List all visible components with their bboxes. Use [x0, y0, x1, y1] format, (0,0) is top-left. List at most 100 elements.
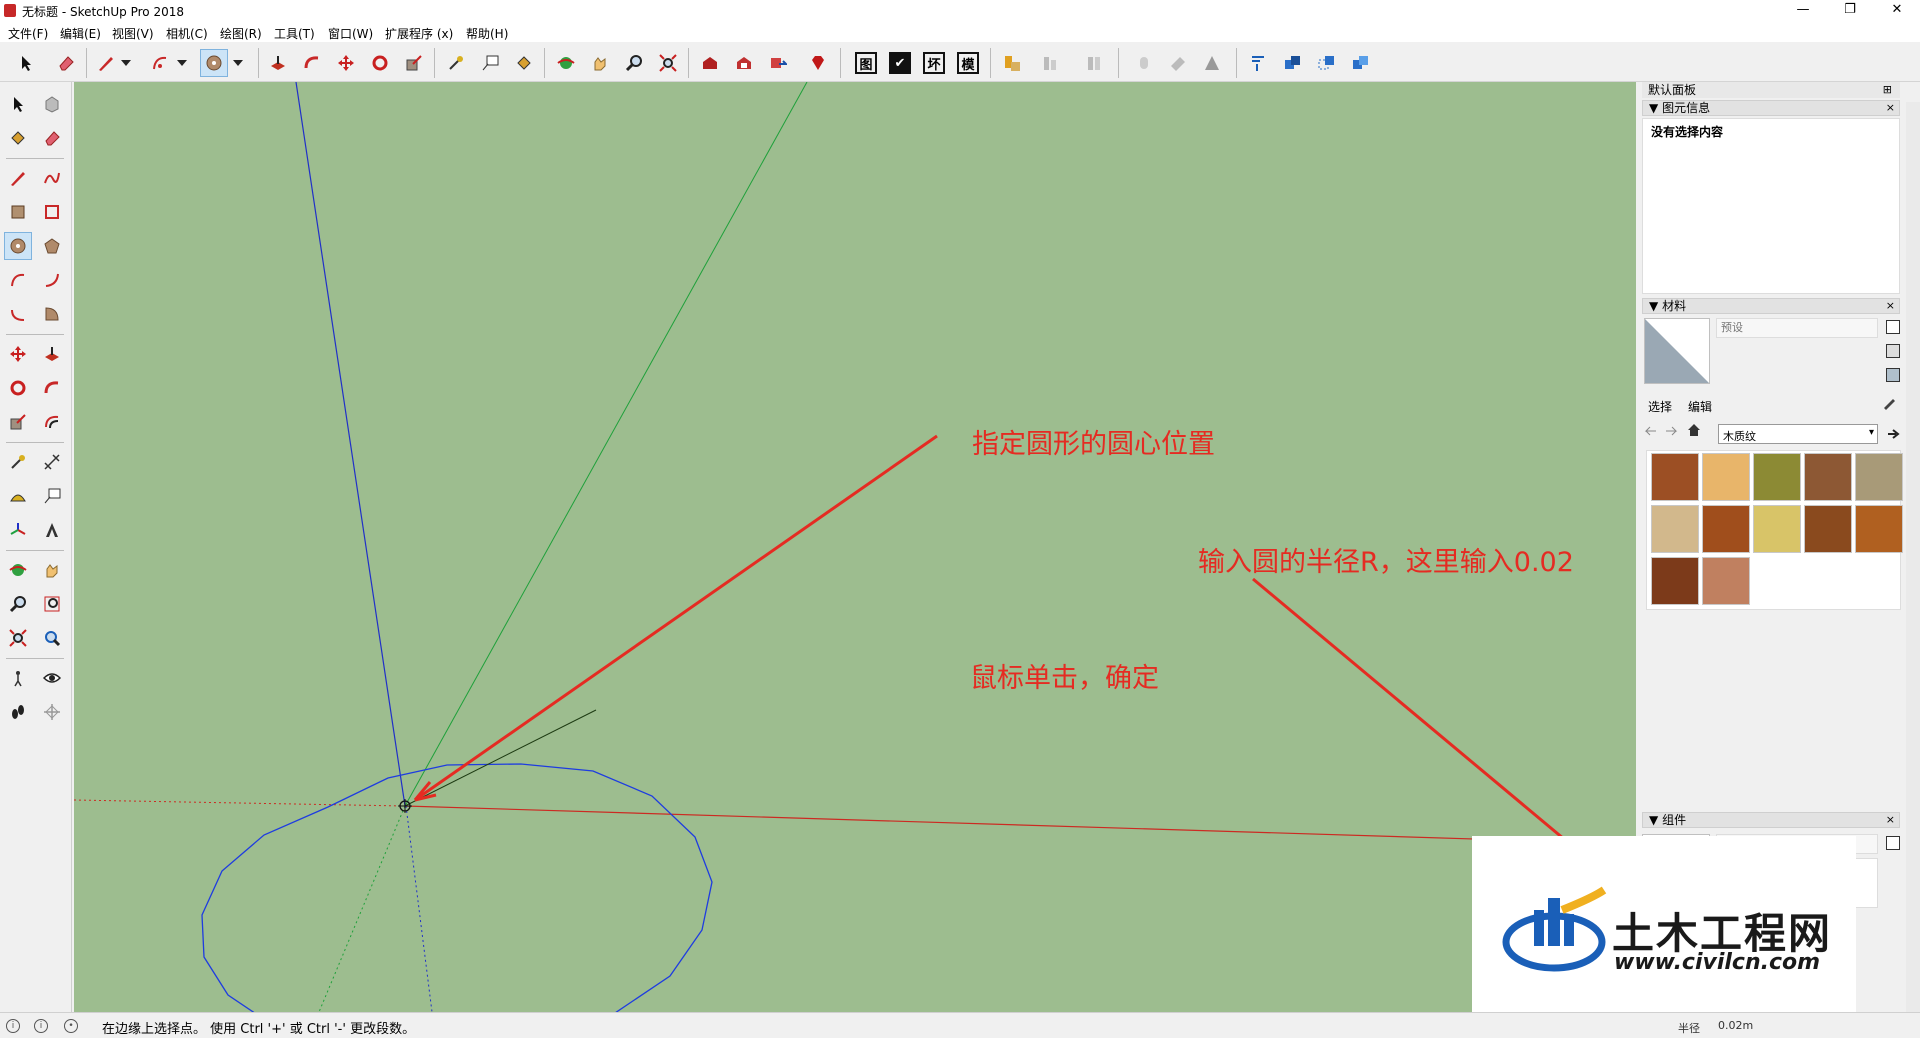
pan-button[interactable] [586, 49, 614, 77]
layout-button[interactable] [998, 49, 1026, 77]
intersect-button[interactable] [1244, 49, 1272, 77]
material-library-select[interactable]: 木质纹 ▾ [1718, 424, 1878, 444]
left-follow-me-tool[interactable] [38, 374, 66, 402]
tape-measure-button[interactable] [442, 49, 470, 77]
left-3pt-arc-tool[interactable] [4, 300, 32, 328]
geo-location-icon[interactable]: i [6, 1019, 20, 1033]
follow-me-button[interactable] [298, 49, 326, 77]
zoom-button[interactable] [620, 49, 648, 77]
tray-scrollbar[interactable] [1906, 102, 1920, 1012]
tab-select[interactable]: 选择 [1648, 398, 1672, 415]
material-swatch[interactable] [1651, 557, 1699, 605]
menu-tools[interactable]: 工具(T) [274, 25, 315, 42]
sandbox-button[interactable] [1198, 49, 1226, 77]
left-polygon-tool[interactable] [38, 232, 66, 260]
menu-view[interactable]: 视图(V) [112, 25, 154, 42]
paint-bucket-button[interactable] [510, 49, 538, 77]
left-pan-tool[interactable] [38, 556, 66, 584]
material-name-field[interactable] [1716, 318, 1878, 338]
left-text-tool[interactable] [38, 482, 66, 510]
warehouse-button[interactable] [696, 49, 724, 77]
forward-icon[interactable] [1664, 424, 1678, 438]
sample-paint-icon[interactable] [1886, 368, 1900, 382]
left-look-around-tool[interactable] [38, 664, 66, 692]
left-rectangle-tool[interactable] [4, 198, 32, 226]
rotate-tool-button[interactable] [366, 49, 394, 77]
menu-draw[interactable]: 绘图(R) [220, 25, 262, 42]
menu-camera[interactable]: 相机(C) [166, 25, 208, 42]
tab-edit[interactable]: 编辑 [1688, 398, 1712, 415]
shadows-button[interactable] [1130, 49, 1158, 77]
minimize-button[interactable]: — [1780, 0, 1826, 22]
arc-dropdown[interactable] [174, 49, 190, 77]
left-arc-tool[interactable] [4, 266, 32, 294]
left-rotate-tool[interactable] [4, 374, 32, 402]
maximize-button[interactable]: ❐ [1827, 0, 1873, 22]
scale-tool-button[interactable] [400, 49, 428, 77]
left-protractor-tool[interactable] [4, 482, 32, 510]
component-options-icon[interactable] [1886, 836, 1900, 850]
materials-header[interactable]: ▼ 材料 × [1642, 298, 1900, 314]
material-swatch[interactable] [1855, 505, 1903, 553]
left-zoom-tool[interactable] [4, 590, 32, 618]
left-walk-tool[interactable] [4, 698, 32, 726]
material-swatch[interactable] [1702, 557, 1750, 605]
left-axes-tool[interactable] [4, 516, 32, 544]
left-freehand-tool[interactable] [38, 164, 66, 192]
components-header[interactable]: ▼ 组件 × [1642, 812, 1900, 828]
close-icon[interactable]: × [1886, 101, 1895, 115]
text-tool-button[interactable] [476, 49, 504, 77]
menu-help[interactable]: 帮助(H) [466, 25, 508, 42]
fog-button[interactable] [1164, 49, 1192, 77]
solid-union-button[interactable] [1278, 49, 1306, 77]
back-icon[interactable] [1644, 424, 1658, 438]
measurements-value[interactable]: 0.02m [1718, 1019, 1753, 1032]
left-offset-tool[interactable] [38, 408, 66, 436]
left-2pt-arc-tool[interactable] [38, 266, 66, 294]
section-plane-button[interactable] [1036, 49, 1064, 77]
model-button[interactable]: 模 [954, 49, 982, 77]
zoom-extents-button[interactable] [654, 49, 682, 77]
details-arrow-icon[interactable] [1886, 426, 1902, 442]
share-model-button[interactable] [730, 49, 758, 77]
material-swatch[interactable] [1702, 453, 1750, 501]
credits-icon[interactable]: i [34, 1019, 48, 1033]
material-swatch[interactable] [1804, 453, 1852, 501]
pin-icon[interactable]: ⊞ [1883, 82, 1892, 98]
shape-dropdown[interactable] [230, 49, 246, 77]
share-component-button[interactable] [764, 49, 792, 77]
close-button[interactable]: ✕ [1874, 0, 1920, 22]
material-swatch[interactable] [1753, 505, 1801, 553]
left-section-plane-tool[interactable] [38, 698, 66, 726]
line-tool-button[interactable] [92, 49, 120, 77]
entity-info-header[interactable]: ▼ 图元信息 × [1642, 100, 1900, 116]
left-scale-tool[interactable] [4, 408, 32, 436]
menu-extensions[interactable]: 扩展程序 (x) [385, 25, 453, 42]
left-select-tool[interactable] [4, 90, 32, 118]
left-line-tool[interactable] [4, 164, 32, 192]
left-paint-tool[interactable] [4, 124, 32, 152]
left-circle-tool[interactable] [4, 232, 32, 260]
section-cut-button[interactable] [1080, 49, 1108, 77]
left-rotated-rect-tool[interactable] [38, 198, 66, 226]
left-zoom-extents-tool[interactable] [4, 624, 32, 652]
solid-subtract-button[interactable] [1312, 49, 1340, 77]
left-component-tool[interactable] [38, 90, 66, 118]
circle-tool-button[interactable] [200, 49, 228, 77]
material-swatch[interactable] [1753, 453, 1801, 501]
material-swatch[interactable] [1702, 505, 1750, 553]
drawing-viewport[interactable]: 指定圆形的圆心位置 输入圆的半径R，这里输入0.02 鼠标单击，确定 [74, 82, 1636, 1012]
left-position-camera-tool[interactable] [4, 664, 32, 692]
menu-window[interactable]: 窗口(W) [328, 25, 373, 42]
left-orbit-tool[interactable] [4, 556, 32, 584]
arc-tool-button[interactable] [146, 49, 174, 77]
menu-edit[interactable]: 编辑(E) [60, 25, 101, 42]
solid-trim-button[interactable] [1346, 49, 1374, 77]
left-previous-view-tool[interactable] [38, 624, 66, 652]
material-swatch[interactable] [1651, 505, 1699, 553]
push-pull-button[interactable] [264, 49, 292, 77]
material-swatch[interactable] [1651, 453, 1699, 501]
left-move-tool[interactable] [4, 340, 32, 368]
menu-file[interactable]: 文件(F) [8, 25, 48, 42]
material-swatch[interactable] [1855, 453, 1903, 501]
